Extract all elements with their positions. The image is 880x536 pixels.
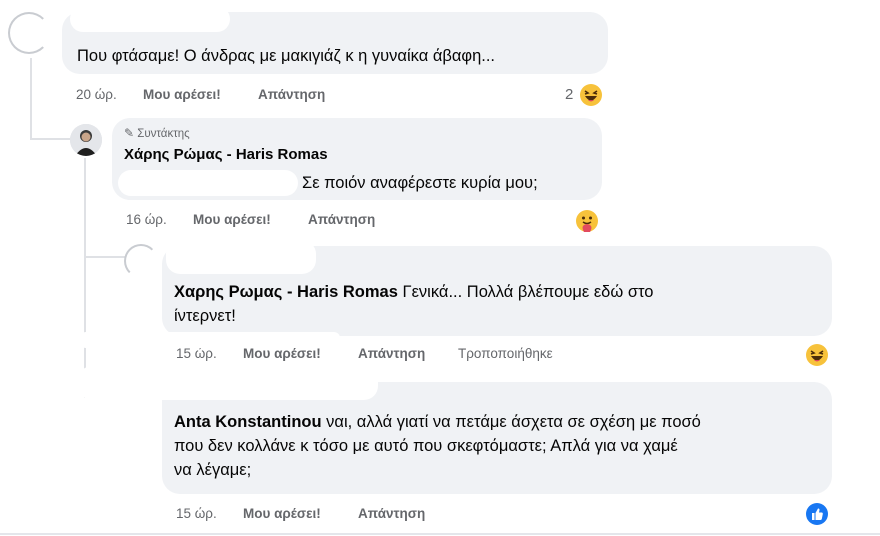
redacted-block [118, 170, 298, 196]
comment-text: Σε ποιόν αναφέρεστε κυρία μου; [302, 174, 538, 192]
comment-time[interactable]: 15 ώρ. [176, 346, 217, 361]
edited-label[interactable]: Τροποποιήθηκε [458, 346, 553, 361]
comment-author[interactable]: Anta Konstantinou [174, 413, 322, 431]
comment-text: Που φτάσαμε! Ο άνδρας με μακιγιάζ κ η γυ… [77, 47, 496, 65]
like-icon[interactable] [806, 503, 828, 525]
comment-text-line: ναι, αλλά γιατί να πετάμε άσχετα σε σχέσ… [321, 413, 701, 431]
haha-emoji-icon[interactable] [580, 84, 602, 106]
comment-time[interactable]: 16 ώρ. [126, 212, 167, 227]
reply-button[interactable]: Απάντηση [358, 346, 425, 361]
like-button[interactable]: Μου αρέσει! [143, 87, 221, 102]
reply-button[interactable]: Απάντηση [358, 506, 425, 521]
thread-line [30, 138, 70, 140]
comment-text-line: να λέγαμε; [174, 461, 252, 479]
thread-line [30, 58, 32, 140]
comment-author[interactable]: Χαρης Ρωμας - Haris Romas [174, 283, 398, 301]
comment-text-line: που δεν κολλάνε κ τόσο με αυτό που σκεφτ… [174, 437, 678, 455]
comment-author[interactable]: Χάρης Ρώμας - Haris Romas [124, 144, 328, 166]
redacted-name [70, 6, 230, 32]
reply-button[interactable]: Απάντηση [258, 87, 325, 102]
thread-line [84, 158, 86, 398]
redacted-block [80, 332, 340, 348]
like-button[interactable]: Μου αρέσει! [193, 212, 271, 227]
like-button[interactable]: Μου αρέσει! [243, 346, 321, 361]
comment-time[interactable]: 15 ώρ. [176, 506, 217, 521]
avatar[interactable] [124, 244, 158, 278]
like-button[interactable]: Μου αρέσει! [243, 506, 321, 521]
care-emoji-icon[interactable] [576, 210, 598, 232]
redacted-name [166, 240, 316, 274]
reaction-count[interactable]: 2 [565, 86, 573, 103]
avatar[interactable] [8, 12, 50, 54]
comment-text: Χαρης Ρωμας - Haris Romas Γενικά... Πολλ… [174, 280, 653, 304]
author-badge: ✎ Συντάκτης [124, 126, 190, 140]
reply-button[interactable]: Απάντηση [308, 212, 375, 227]
divider [0, 533, 880, 535]
thread-line [84, 256, 128, 258]
avatar[interactable] [70, 124, 102, 156]
comment-text-line: ίντερνετ! [174, 307, 236, 325]
comment-text-line: Γενικά... Πολλά βλέπουμε εδώ στο [397, 283, 654, 301]
pencil-icon: ✎ [124, 126, 135, 140]
haha-emoji-icon[interactable] [806, 344, 828, 366]
redacted-avatar [78, 366, 378, 400]
comment-text: Anta Konstantinou ναι, αλλά γιατί να πετ… [174, 410, 701, 434]
comment-time[interactable]: 20 ώρ. [76, 87, 117, 102]
